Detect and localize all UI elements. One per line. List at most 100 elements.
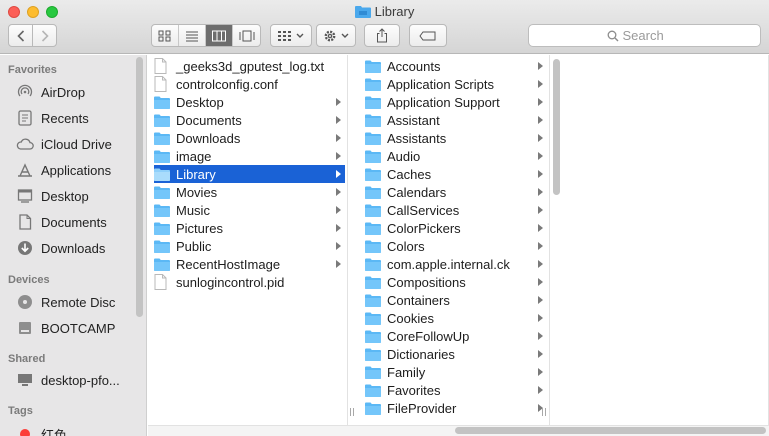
disclosure-arrow-icon: [538, 116, 543, 124]
sidebar: Favorites AirDrop Recents iCloud Drive A…: [0, 55, 147, 436]
folder-icon: [365, 112, 383, 128]
list-item-application-support[interactable]: Application Support: [365, 93, 547, 111]
sidebar-item-label: Documents: [41, 214, 107, 230]
disclosure-arrow-icon: [538, 98, 543, 106]
file-icon: [154, 76, 172, 92]
folder-icon: [365, 202, 383, 218]
sidebar-item-tag-red[interactable]: 红色: [15, 423, 67, 436]
folder-icon: [154, 112, 172, 128]
sidebar-item-documents[interactable]: Documents: [15, 211, 107, 233]
search-field[interactable]: [528, 24, 761, 47]
chevron-down-icon: [296, 33, 304, 38]
sidebar-item-label: 红色: [41, 427, 68, 436]
list-item-colors[interactable]: Colors: [365, 237, 547, 255]
list-item-controlconfig-conf[interactable]: controlconfig.conf: [154, 75, 345, 93]
list-item-fileprovider[interactable]: FileProvider: [365, 399, 547, 417]
chevron-right-icon: [41, 29, 49, 42]
folder-icon: [365, 148, 383, 164]
list-item-containers[interactable]: Containers: [365, 291, 547, 309]
sidebar-item-applications[interactable]: Applications: [15, 159, 111, 181]
list-item-label: Library: [176, 166, 216, 182]
list-item-movies[interactable]: Movies: [154, 183, 345, 201]
list-item-pictures[interactable]: Pictures: [154, 219, 345, 237]
disclosure-arrow-icon: [538, 314, 543, 322]
list-item-assistants[interactable]: Assistants: [365, 129, 547, 147]
folder-icon: [365, 346, 383, 362]
gallery-view-button[interactable]: [233, 25, 260, 46]
folder-icon: [154, 256, 172, 272]
list-item-family[interactable]: Family: [365, 363, 547, 381]
sidebar-item-bootcamp[interactable]: BOOTCAMP: [15, 317, 115, 339]
list-item-geeks3d-gputest-log-txt[interactable]: _geeks3d_gputest_log.txt: [154, 57, 345, 75]
folder-icon: [365, 130, 383, 146]
list-item-recenthostimage[interactable]: RecentHostImage: [154, 255, 345, 273]
folder-icon: [154, 148, 172, 164]
icon-view-button[interactable]: [152, 25, 179, 46]
column-view-button[interactable]: [206, 25, 233, 46]
library-column-scrollbar[interactable]: [553, 59, 560, 195]
list-item-library[interactable]: Library: [154, 165, 345, 183]
list-item-dictionaries[interactable]: Dictionaries: [365, 345, 547, 363]
column-resize-handle[interactable]: [541, 408, 547, 418]
disclosure-arrow-icon: [336, 224, 341, 232]
folder-icon: [365, 76, 383, 92]
disclosure-arrow-icon: [538, 188, 543, 196]
disclosure-arrow-icon: [336, 242, 341, 250]
list-item-favorites[interactable]: Favorites: [365, 381, 547, 399]
list-item-desktop[interactable]: Desktop: [154, 93, 345, 111]
list-item-calendars[interactable]: Calendars: [365, 183, 547, 201]
list-item-com-apple-internal-ck[interactable]: com.apple.internal.ck: [365, 255, 547, 273]
sidebar-scrollbar[interactable]: [136, 57, 143, 317]
list-item-image[interactable]: image: [154, 147, 345, 165]
sidebar-item-desktop[interactable]: Desktop: [15, 185, 89, 207]
search-input[interactable]: [622, 28, 683, 43]
list-item-caches[interactable]: Caches: [365, 165, 547, 183]
horizontal-scrollbar[interactable]: [455, 427, 766, 434]
list-item-music[interactable]: Music: [154, 201, 345, 219]
list-item-label: Public: [176, 238, 212, 254]
list-item-documents[interactable]: Documents: [154, 111, 345, 129]
sidebar-item-shared-computer[interactable]: desktop-pfo...: [15, 369, 120, 391]
list-item-downloads[interactable]: Downloads: [154, 129, 345, 147]
folder-icon: [365, 382, 383, 398]
applications-icon: [15, 160, 35, 180]
list-item-callservices[interactable]: CallServices: [365, 201, 547, 219]
search-icon: [607, 30, 618, 41]
sidebar-item-label: AirDrop: [41, 84, 86, 100]
sidebar-item-airdrop[interactable]: AirDrop: [15, 81, 85, 103]
list-item-public[interactable]: Public: [154, 237, 345, 255]
action-button[interactable]: [316, 24, 356, 47]
list-item-application-scripts[interactable]: Application Scripts: [365, 75, 547, 93]
list-item-audio[interactable]: Audio: [365, 147, 547, 165]
disclosure-arrow-icon: [336, 188, 341, 196]
folder-icon: [154, 220, 172, 236]
list-item-compositions[interactable]: Compositions: [365, 273, 547, 291]
list-item-label: Assistant: [387, 112, 440, 128]
list-item-sunlogincontrol-pid[interactable]: sunlogincontrol.pid: [154, 273, 345, 291]
tags-button[interactable]: [409, 24, 447, 47]
back-button[interactable]: [8, 24, 33, 47]
sidebar-item-downloads[interactable]: Downloads: [15, 237, 105, 259]
sidebar-item-recents[interactable]: Recents: [15, 107, 89, 129]
disclosure-arrow-icon: [336, 98, 341, 106]
list-item-cookies[interactable]: Cookies: [365, 309, 547, 327]
list-view-button[interactable]: [179, 25, 206, 46]
list-item-label: Cookies: [387, 310, 434, 326]
forward-button[interactable]: [32, 24, 57, 47]
list-item-assistant[interactable]: Assistant: [365, 111, 547, 129]
drive-icon: [15, 318, 35, 338]
list-item-label: com.apple.internal.ck: [387, 256, 510, 272]
list-item-label: CallServices: [387, 202, 460, 218]
sidebar-item-label: BOOTCAMP: [41, 320, 116, 336]
column-resize-handle[interactable]: [349, 408, 355, 418]
gear-icon: [324, 30, 336, 41]
share-button[interactable]: [364, 24, 400, 47]
sidebar-item-remote-disc[interactable]: Remote Disc: [15, 291, 115, 313]
list-item-accounts[interactable]: Accounts: [365, 57, 547, 75]
arrange-button[interactable]: [270, 24, 312, 47]
folder-icon: [365, 292, 383, 308]
list-item-corefollowup[interactable]: CoreFollowUp: [365, 327, 547, 345]
desktop-icon: [15, 186, 35, 206]
sidebar-item-icloud-drive[interactable]: iCloud Drive: [15, 133, 112, 155]
list-item-colorpickers[interactable]: ColorPickers: [365, 219, 547, 237]
